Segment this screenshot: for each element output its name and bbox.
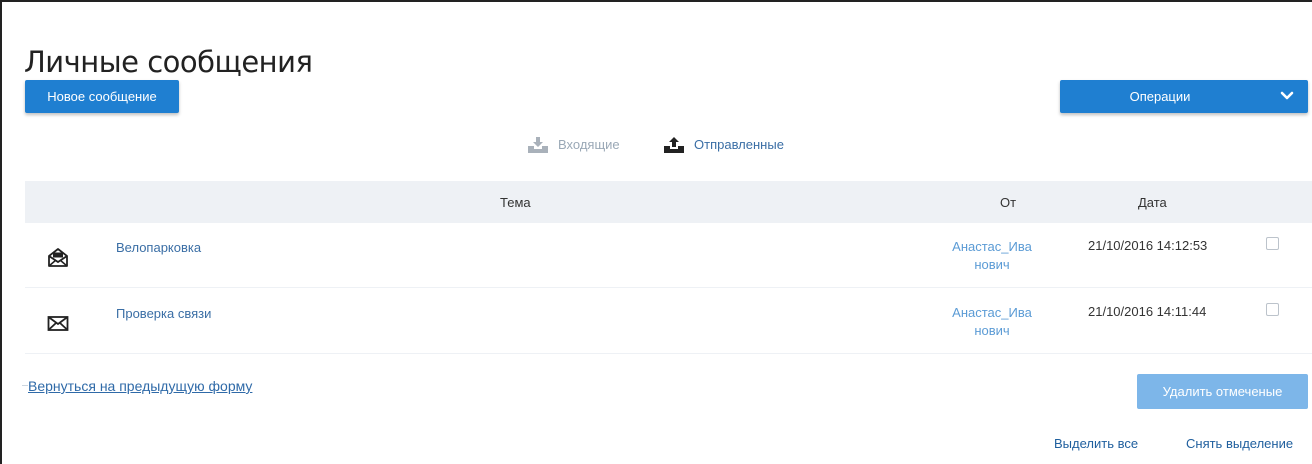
select-all-link[interactable]: Выделить все	[1054, 436, 1138, 451]
row-select-checkbox[interactable]	[1266, 303, 1279, 316]
tab-inbox-label: Входящие	[558, 137, 620, 152]
envelope-icon	[47, 316, 69, 331]
delete-selected-button[interactable]: Удалить отмеченые	[1137, 374, 1308, 409]
unselect-all-link[interactable]: Снять выделение	[1186, 436, 1293, 451]
envelope-open-icon	[48, 248, 68, 267]
back-to-previous-form-link[interactable]: Вернуться на предыдущую форму	[28, 378, 252, 394]
message-date: 21/10/2016 14:12:53	[1088, 238, 1208, 253]
table-row[interactable]: Проверка связи Анастас_Иванович 21/10/20…	[25, 292, 1312, 354]
new-message-button[interactable]: Новое сообщение	[25, 80, 179, 113]
table-row[interactable]: Велопарковка Анастас_Иванович 21/10/2016…	[25, 226, 1312, 288]
operations-label: Операции	[1129, 89, 1191, 104]
message-subject-link[interactable]: Проверка связи	[116, 306, 211, 321]
column-header-date: Дата	[1138, 195, 1167, 210]
messages-table-header: Тема От Дата	[25, 181, 1312, 223]
page-title: Личные сообщения	[24, 45, 313, 80]
row-divider	[25, 287, 1312, 288]
row-divider	[25, 353, 1312, 354]
message-sender-link[interactable]: Анастас_Иванович	[952, 304, 1032, 340]
tab-sent-label: Отправленные	[694, 137, 784, 152]
message-date: 21/10/2016 14:11:44	[1088, 304, 1207, 319]
message-subject-link[interactable]: Велопарковка	[116, 240, 201, 255]
outbox-tray-icon	[664, 137, 684, 153]
inbox-tray-icon	[528, 137, 548, 153]
message-sender-link[interactable]: Анастас_Иванович	[952, 238, 1032, 274]
column-header-topic: Тема	[500, 195, 531, 210]
column-header-from: От	[1000, 195, 1017, 210]
operations-dropdown-button[interactable]: Операции	[1060, 80, 1308, 113]
chevron-down-icon	[1280, 91, 1294, 100]
row-select-checkbox[interactable]	[1266, 237, 1279, 250]
